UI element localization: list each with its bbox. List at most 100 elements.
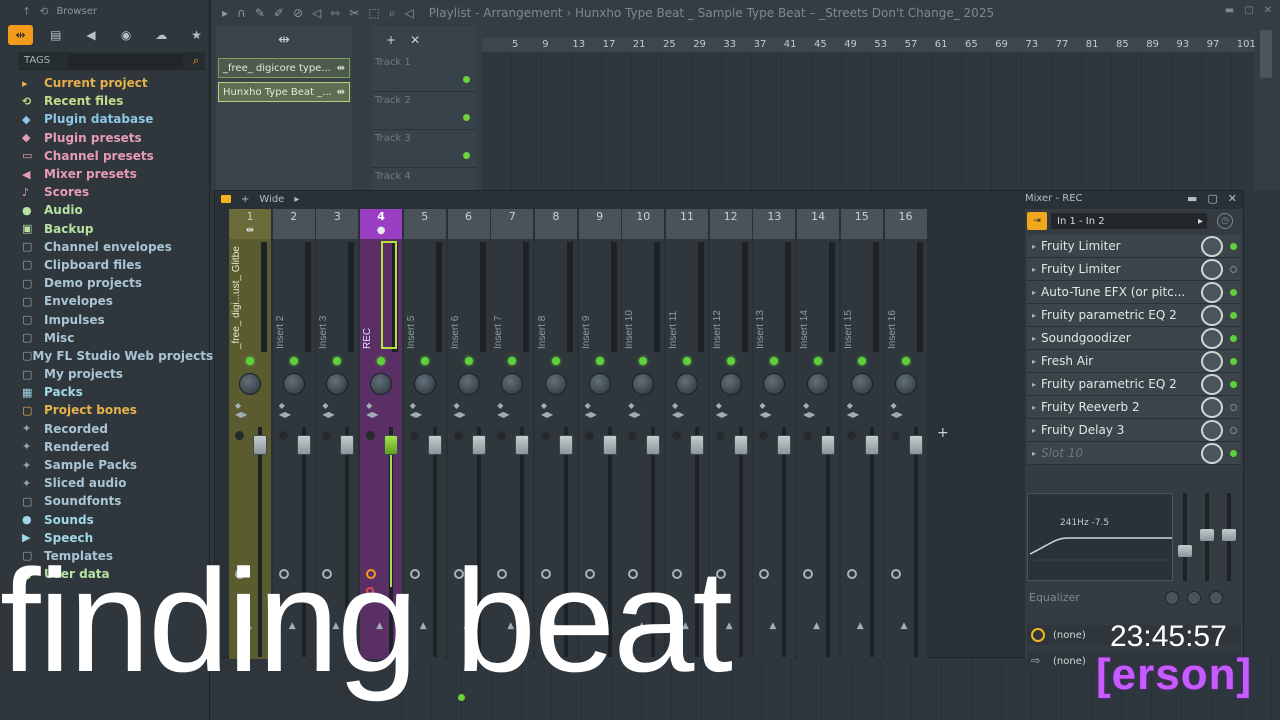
chevron-right-icon[interactable]: ▸ bbox=[1027, 426, 1041, 435]
browser-item[interactable]: ✦ Rendered bbox=[22, 438, 209, 456]
stereo-arrows-icon[interactable]: ◆ ◀▶ bbox=[891, 401, 903, 419]
browser-item[interactable]: ✦ Sliced audio bbox=[22, 474, 209, 492]
fx-slot[interactable]: ▸ Slot 10 bbox=[1027, 442, 1241, 465]
phase-icon[interactable] bbox=[672, 431, 681, 440]
maximize-icon[interactable]: ▢ bbox=[1207, 192, 1217, 205]
fx-slot[interactable]: ▸ Fruity parametric EQ 2 bbox=[1027, 304, 1241, 327]
track-enable-led[interactable] bbox=[508, 357, 517, 365]
pan-knob[interactable] bbox=[413, 373, 436, 395]
all-tab-icon[interactable]: ⇹ bbox=[8, 25, 34, 45]
send-icon[interactable] bbox=[890, 569, 901, 579]
close-icon[interactable]: ✕ bbox=[1264, 5, 1272, 16]
fx-enable-led[interactable] bbox=[1230, 289, 1237, 296]
browser-item[interactable]: ▢ Soundfonts bbox=[22, 492, 209, 510]
play-icon[interactable]: ▸ bbox=[222, 6, 228, 20]
phase-icon[interactable] bbox=[803, 431, 813, 440]
chevron-right-icon[interactable]: ▸ bbox=[1027, 357, 1041, 366]
track-enable-led[interactable] bbox=[377, 357, 386, 365]
browser-item[interactable]: ✦ Recorded bbox=[22, 420, 209, 438]
track-enable-led[interactable] bbox=[246, 357, 254, 365]
stereo-arrows-icon[interactable]: ◆ ◀▶ bbox=[279, 401, 291, 419]
track-enable-led[interactable] bbox=[814, 357, 823, 365]
volume-fader[interactable] bbox=[340, 435, 355, 455]
stereo-arrows-icon[interactable]: ◆ ◀▶ bbox=[585, 401, 597, 419]
phase-icon[interactable] bbox=[453, 431, 463, 440]
track-enable-led[interactable] bbox=[464, 357, 473, 365]
stereo-arrows-icon[interactable]: ◆ ◀▶ bbox=[716, 401, 728, 419]
browser-item[interactable]: ▸ Current project bbox=[22, 74, 209, 92]
track-header[interactable]: Track 3 bbox=[372, 130, 476, 168]
mix-knob[interactable] bbox=[1201, 351, 1223, 372]
eq-knob[interactable] bbox=[1165, 591, 1179, 605]
minimize-icon[interactable]: ▬ bbox=[1225, 5, 1234, 16]
browser-item[interactable]: ◆ Plugin presets bbox=[22, 129, 209, 147]
phase-icon[interactable] bbox=[846, 431, 856, 440]
fx-slot[interactable]: ▸ Fruity parametric EQ 2 bbox=[1027, 373, 1241, 396]
pan-knob[interactable] bbox=[239, 373, 261, 395]
browser-item[interactable]: ▢ Channel envelopes bbox=[22, 238, 209, 256]
browser-item[interactable]: ▣ Backup bbox=[22, 220, 209, 238]
pan-knob[interactable] bbox=[763, 373, 786, 395]
close-icon[interactable]: ✕ bbox=[1228, 192, 1237, 205]
fx-slot[interactable]: ▸ Fruity Delay 3 bbox=[1027, 419, 1241, 442]
fx-slot[interactable]: ▸ Auto-Tune EFX (or pitc... bbox=[1027, 281, 1241, 304]
pan-knob[interactable] bbox=[676, 373, 698, 395]
browser-item[interactable]: ▢ My projects bbox=[22, 365, 209, 383]
track-header[interactable]: Track 2 bbox=[372, 92, 476, 130]
fx-enable-led[interactable] bbox=[1230, 404, 1237, 411]
phase-icon[interactable] bbox=[628, 431, 638, 440]
fx-enable-led[interactable] bbox=[1230, 358, 1237, 365]
pencil-icon[interactable]: ✎ bbox=[255, 6, 265, 20]
volume-fader[interactable] bbox=[777, 435, 792, 455]
eq-graph[interactable]: 241Hz -7.5 bbox=[1027, 493, 1173, 581]
chevron-right-icon[interactable]: ▸ bbox=[1027, 380, 1041, 389]
mix-knob[interactable] bbox=[1201, 282, 1223, 303]
browser-item[interactable]: ✦ Sample Packs bbox=[22, 456, 209, 474]
phase-icon[interactable] bbox=[584, 431, 594, 440]
volume-fader[interactable] bbox=[821, 435, 836, 455]
pan-knob[interactable] bbox=[544, 373, 567, 395]
track-enable-led[interactable] bbox=[726, 357, 735, 365]
pan-knob[interactable] bbox=[850, 373, 873, 395]
phase-icon[interactable] bbox=[322, 431, 332, 440]
eq-knob[interactable] bbox=[1209, 591, 1223, 605]
volume-fader[interactable] bbox=[558, 435, 573, 455]
phase-icon[interactable] bbox=[540, 431, 550, 440]
add-track-icon[interactable]: + bbox=[386, 33, 396, 47]
track-enable-led[interactable] bbox=[857, 357, 866, 365]
mixer-track[interactable]: 15 Insert 15 ◆ ◀▶ ▲ bbox=[840, 209, 883, 659]
speaker-tab-icon[interactable]: ◀ bbox=[78, 25, 103, 45]
playlist-grid[interactable] bbox=[482, 38, 1254, 190]
pan-knob[interactable] bbox=[807, 373, 830, 395]
browser-item[interactable]: ⟲ Recent files bbox=[22, 92, 209, 110]
input-icon[interactable]: ⇥ bbox=[1027, 212, 1047, 230]
stereo-arrows-icon[interactable]: ◆ ◀▶ bbox=[497, 401, 509, 419]
mix-knob[interactable] bbox=[1201, 374, 1223, 395]
chevron-right-icon[interactable]: ▸ bbox=[1027, 403, 1041, 412]
mixer-track[interactable]: 16 Insert 16 ◆ ◀▶ ▲ bbox=[884, 209, 927, 659]
phase-icon[interactable] bbox=[497, 431, 507, 440]
pan-knob[interactable] bbox=[282, 373, 305, 395]
star-tab-icon[interactable]: ★ bbox=[184, 25, 209, 45]
tags-search-input[interactable] bbox=[68, 53, 183, 68]
brush-icon[interactable]: ✐ bbox=[274, 6, 284, 20]
volume-fader[interactable] bbox=[733, 435, 748, 455]
phase-icon[interactable] bbox=[715, 431, 725, 440]
fx-slot[interactable]: ▸ Fruity Reeverb 2 bbox=[1027, 396, 1241, 419]
browser-item[interactable]: ▢ Project bones bbox=[22, 401, 209, 419]
fx-slot[interactable]: ▸ Fruity Limiter bbox=[1027, 235, 1241, 258]
browser-item[interactable]: ▢ My FL Studio Web projects bbox=[22, 347, 213, 365]
volume-fader[interactable] bbox=[253, 435, 267, 455]
volume-fader[interactable] bbox=[690, 435, 704, 455]
pan-knob[interactable] bbox=[501, 373, 524, 395]
remove-track-icon[interactable]: ✕ bbox=[410, 33, 420, 47]
fx-enable-led[interactable] bbox=[1230, 381, 1237, 388]
stereo-arrows-icon[interactable]: ◆ ◀▶ bbox=[454, 401, 466, 419]
browser-item[interactable]: ▢ Envelopes bbox=[22, 292, 209, 310]
fx-enable-led[interactable] bbox=[1230, 335, 1237, 342]
volume-fader[interactable] bbox=[471, 435, 486, 455]
mix-knob[interactable] bbox=[1201, 397, 1223, 418]
send-icon[interactable] bbox=[759, 569, 770, 579]
zoom-icon[interactable]: ⌕ bbox=[389, 6, 396, 21]
phase-icon[interactable] bbox=[409, 431, 419, 440]
